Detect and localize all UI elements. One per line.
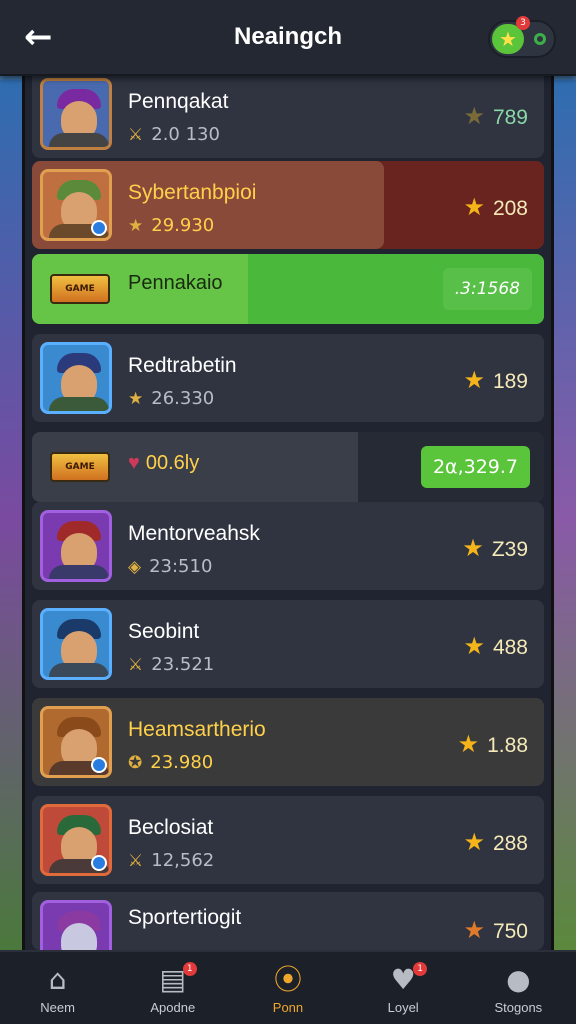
leaderboard-row[interactable]: Mentorveahsk ◈ 23:510 ★ Z39 — [32, 502, 544, 590]
player-name: Beclosiat — [128, 816, 214, 839]
player-score: ★ 488 — [463, 633, 528, 660]
arrow-left-icon[interactable]: ← — [24, 20, 53, 54]
player-score: ★ 189 — [463, 367, 528, 394]
leaderboard-row[interactable]: Sportertiogit ★ 750 — [32, 892, 544, 950]
nav-label: Loyel — [387, 1000, 419, 1015]
avatar — [40, 706, 112, 778]
player-name: Pennqakat — [128, 90, 229, 113]
player-points: ◈ 23:510 — [128, 556, 213, 577]
nav-search[interactable]: ⦿ Ponn — [238, 952, 338, 1016]
leaderboard-row[interactable]: Pennqakat ⚔ 2.0 130 ★ 789 — [32, 70, 544, 158]
notification-badge: 3 — [516, 16, 530, 30]
heart-icon: ♥ — [128, 452, 140, 474]
star-icon: ★ — [457, 731, 480, 758]
bottom-nav: ⌂ Neem ▤ 1 Apodne ⦿ Ponn ♥ 1 Loyel ● Sto… — [0, 950, 576, 1024]
nav-loyalty[interactable]: ♥ 1 Loyel — [353, 952, 453, 1015]
shield-icon: ◈ — [128, 557, 142, 577]
nav-profile[interactable]: ● Stogons — [468, 952, 568, 1016]
leaderboard-row[interactable]: Beclosiat ⚔ 12,562 ★ 288 — [32, 796, 544, 884]
star-icon: ★ — [463, 194, 485, 221]
player-name: Sybertanbpioi — [128, 181, 257, 204]
leaderboard-row[interactable]: Heamsartherio ✪ 23.980 ★ 1.88 — [32, 698, 544, 786]
player-name: Heamsartherio — [128, 718, 266, 741]
player-score: ★ 288 — [463, 829, 528, 856]
player-name: Redtrabetin — [128, 354, 237, 377]
level-icon — [91, 855, 107, 871]
star-icon: ★ — [463, 367, 485, 394]
player-points: ⚔ 23.521 — [128, 654, 215, 675]
player-score: ★ 1.88 — [457, 731, 528, 758]
home-icon: ⌂ — [48, 963, 67, 996]
promo-bar[interactable]: GAME Pennakaio .3:1568 — [32, 254, 544, 324]
nav-label: Neem — [40, 1000, 75, 1015]
nav-label: Ponn — [272, 1000, 304, 1015]
inbox-icon: ▤ — [159, 963, 187, 996]
promo-value[interactable]: .3:1568 — [442, 268, 532, 310]
player-score: ★ 789 — [463, 103, 528, 130]
reward-label: ♥ 00.6ly — [128, 452, 200, 474]
star-icon: ✪ — [128, 753, 143, 773]
player-name: Sportertiogit — [128, 906, 242, 929]
level-icon — [91, 220, 107, 236]
star-icon: ★ — [463, 633, 485, 660]
player-points: ⚔ 2.0 130 — [128, 124, 220, 145]
player-points: ⚔ 12,562 — [128, 850, 215, 871]
toggle-dot — [534, 33, 546, 45]
avatar — [40, 900, 112, 950]
player-score: ★ Z39 — [462, 535, 528, 562]
player-points: ★ 29.930 — [128, 215, 215, 236]
nav-inbox[interactable]: ▤ 1 Apodne — [123, 952, 223, 1015]
avatar — [40, 169, 112, 241]
toggle-switch[interactable]: ★ 3 — [488, 16, 556, 58]
star-icon: ★ — [128, 216, 144, 236]
avatar — [40, 78, 112, 150]
reward-value[interactable]: 2α,329.7 — [420, 446, 530, 488]
shield-icon: ♥ — [390, 963, 416, 996]
notification-badge: 1 — [182, 962, 197, 976]
player-score: ★ 208 — [463, 194, 528, 221]
page-title: Neaingch — [233, 23, 343, 50]
level-icon — [91, 757, 107, 773]
sword-icon: ⚔ — [128, 125, 144, 145]
search-icon: ⦿ — [273, 963, 302, 996]
nav-label: Apodne — [150, 1000, 196, 1015]
avatar — [40, 510, 112, 582]
game-logo: GAME — [50, 452, 110, 482]
promo-label: Pennakaio — [128, 272, 223, 294]
leaderboard-row[interactable]: Redtrabetin ★ 26.330 ★ 189 — [32, 334, 544, 422]
player-name: Seobint — [128, 620, 200, 643]
leaderboard-row-highlight[interactable]: Sybertanbpioi ★ 29.930 ★ 208 — [32, 161, 544, 249]
player-score: ★ 750 — [463, 917, 528, 944]
avatar — [40, 342, 112, 414]
star-icon: ★ — [128, 389, 144, 409]
player-points: ✪ 23.980 — [128, 752, 214, 773]
star-icon: ★ — [463, 829, 485, 856]
sword-icon: ⚔ — [128, 851, 144, 871]
nav-home[interactable]: ⌂ Neem — [8, 952, 108, 1016]
reward-bar[interactable]: GAME ♥ 00.6ly 2α,329.7 — [32, 432, 544, 502]
profile-icon: ● — [506, 963, 531, 996]
star-icon: ★ — [463, 917, 485, 944]
game-logo: GAME — [50, 274, 110, 304]
player-name: Mentorveahsk — [128, 522, 260, 545]
avatar — [40, 804, 112, 876]
nav-label: Stogons — [494, 1000, 543, 1015]
sword-icon: ⚔ — [128, 655, 144, 675]
avatar — [40, 608, 112, 680]
star-icon: ★ — [463, 103, 485, 130]
app-header: ← Neaingch ★ 3 — [0, 0, 576, 76]
star-icon: ★ — [462, 535, 484, 562]
leaderboard-row[interactable]: Seobint ⚔ 23.521 ★ 488 — [32, 600, 544, 688]
player-points: ★ 26.330 — [128, 388, 215, 409]
